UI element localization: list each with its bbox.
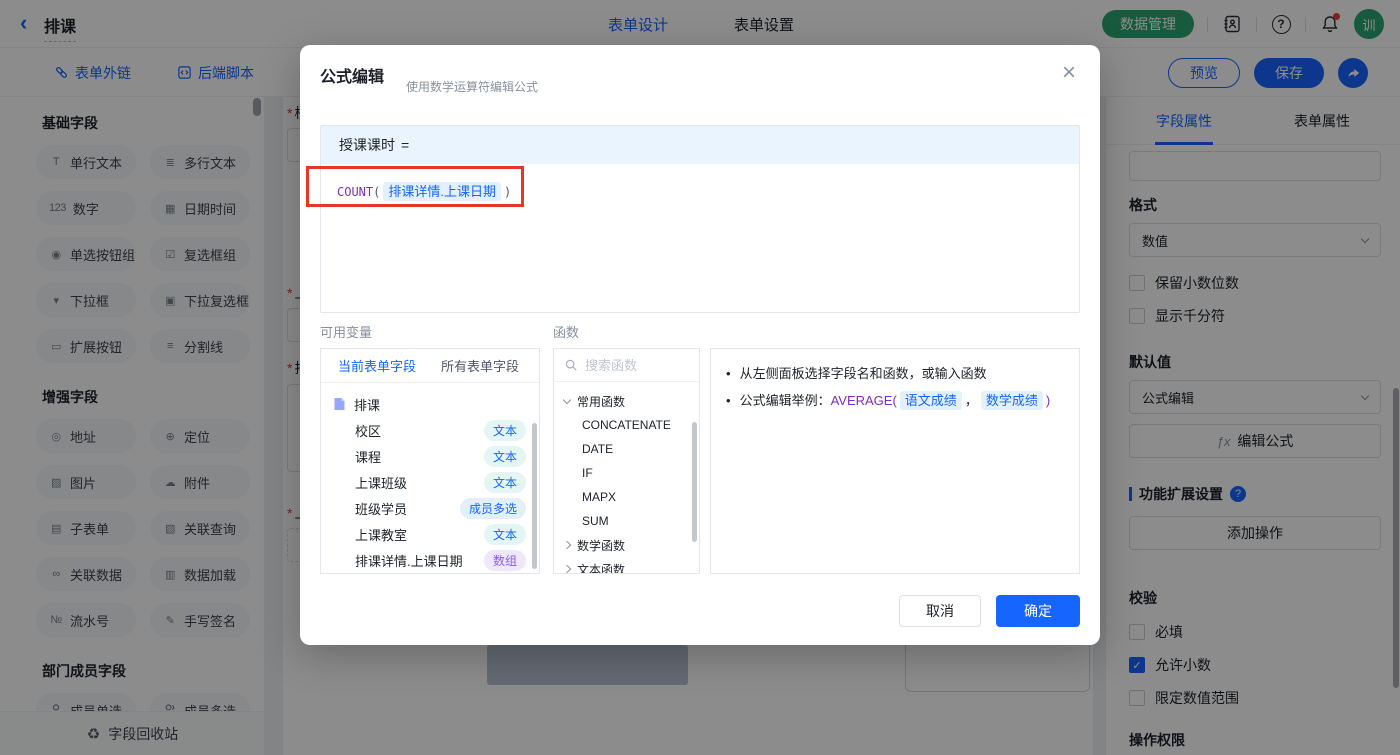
variables-label: 可用变量	[320, 325, 373, 340]
type-badge: 文本	[483, 419, 526, 441]
type-badge: 文本	[483, 471, 526, 493]
variables-list: 排课 校区 文本 课程 文本 上课班级 文本 班级学员 成员多选 上课教室 文本 排课详情…	[321, 383, 539, 573]
function-item[interactable]: CONCATENATE	[554, 413, 699, 437]
type-badge: 文本	[483, 523, 526, 545]
cancel-button[interactable]: 取消	[899, 595, 981, 627]
function-group-common[interactable]: 常用函数	[554, 389, 699, 413]
variable-row[interactable]: 班级学员 成员多选	[321, 495, 539, 521]
app-window: ‹ 排课 表单设计 表单设置 数据管理 ? 训 表单外链 后端脚本 预览 保存 …	[0, 0, 1400, 755]
function-group-text[interactable]: 文本函数	[554, 557, 699, 573]
function-search	[554, 349, 699, 382]
function-group-math[interactable]: 数学函数	[554, 533, 699, 557]
chevron-right-icon	[562, 564, 572, 573]
functions-panel: 常用函数 CONCATENATE DATE IF MAPX SUM 数学函数 文…	[553, 348, 700, 574]
example-function: AVERAGE(	[830, 393, 897, 408]
functions-scrollbar-thumb[interactable]	[692, 422, 697, 542]
function-item[interactable]: SUM	[554, 509, 699, 533]
tab-all-form-fields[interactable]: 所有表单字段	[441, 356, 519, 375]
type-badge: 成员多选	[459, 497, 526, 519]
function-search-input[interactable]	[585, 357, 685, 373]
type-badge: 文本	[483, 445, 526, 467]
variable-row[interactable]: 上课班级 文本	[321, 469, 539, 495]
formula-editor: 授课课时 = COUNT(排课详情.上课日期)	[320, 125, 1080, 313]
formula-target-bar: 授课课时 =	[321, 126, 1079, 164]
form-node[interactable]: 排课	[321, 391, 539, 417]
type-badge: 数组	[483, 549, 526, 571]
variable-row[interactable]: 校区 文本	[321, 417, 539, 443]
functions-label: 函数	[553, 325, 580, 340]
help-tip-1: • 从左侧面板选择字段名和函数，或输入函数	[726, 366, 987, 381]
search-icon	[565, 359, 577, 371]
modal-subtitle: 使用数学运算符编辑公式	[406, 80, 539, 94]
function-item[interactable]: DATE	[554, 437, 699, 461]
chevron-right-icon	[562, 540, 572, 550]
variables-panel: 当前表单字段 所有表单字段 排课 校区 文本 课程 文本 上课班级 文本 班级学员 成员…	[320, 348, 540, 574]
close-icon[interactable]: ×	[1062, 61, 1076, 85]
function-item[interactable]: IF	[554, 461, 699, 485]
variable-row[interactable]: 课程 文本	[321, 443, 539, 469]
annotation-box	[306, 166, 524, 207]
modal-footer: 取消 确定	[899, 595, 1080, 627]
variables-scrollbar-thumb[interactable]	[532, 423, 537, 569]
example-field-token: 语文成绩	[899, 391, 962, 410]
modal-title: 公式编辑	[320, 69, 385, 86]
example-field-token: 数学成绩	[980, 391, 1043, 410]
variable-row[interactable]: 上课教室 文本	[321, 521, 539, 547]
formula-help-panel: • 从左侧面板选择字段名和函数，或输入函数 • 公式编辑举例：AVERAGE(语文成…	[710, 348, 1080, 574]
confirm-button[interactable]: 确定	[996, 595, 1080, 627]
tab-current-form-fields[interactable]: 当前表单字段	[338, 356, 416, 375]
chevron-down-icon	[562, 395, 572, 404]
function-tree: 常用函数 CONCATENATE DATE IF MAPX SUM 数学函数 文…	[554, 382, 699, 573]
function-item[interactable]: MAPX	[554, 485, 699, 509]
variable-row[interactable]: 排课详情.上课日期 数组	[321, 547, 539, 573]
form-doc-icon	[334, 398, 345, 410]
formula-editor-modal: 公式编辑 使用数学运算符编辑公式 × 授课课时 = COUNT(排课详情.上课日…	[300, 45, 1100, 645]
help-tip-2: • 公式编辑举例：AVERAGE(语文成绩，数学成绩)	[726, 391, 1051, 410]
variables-tabs: 当前表单字段 所有表单字段	[321, 349, 539, 383]
